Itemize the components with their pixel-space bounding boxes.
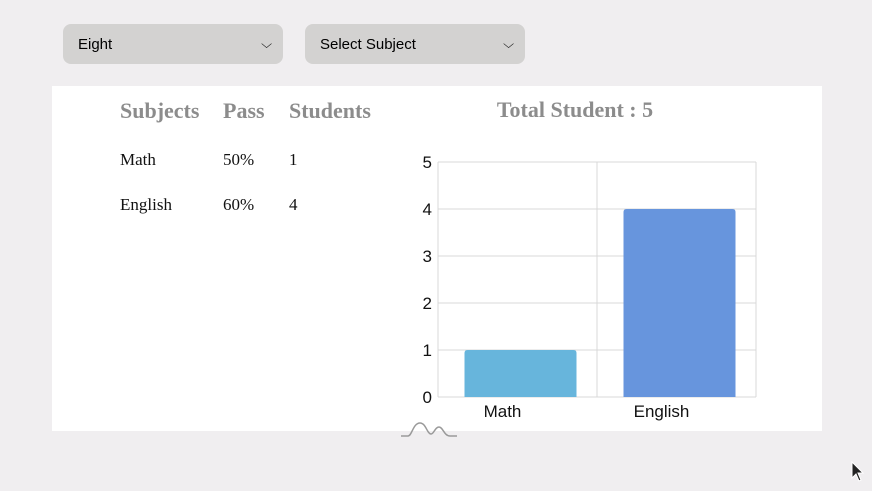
x-tick-label: Math [484, 402, 522, 421]
y-tick-label: 1 [423, 341, 432, 360]
loading-wave-icon [401, 422, 457, 437]
bar-chart: 0 1 2 3 4 5 Math English [423, 153, 757, 421]
x-tick-label: English [634, 402, 690, 421]
y-tick-label: 5 [423, 153, 432, 172]
y-tick-label: 2 [423, 294, 432, 313]
bar-english [623, 209, 736, 397]
bar-math [464, 350, 577, 397]
y-tick-label: 4 [423, 200, 432, 219]
mouse-cursor-icon [851, 461, 865, 482]
y-tick-label: 0 [423, 388, 432, 407]
y-tick-label: 3 [423, 247, 432, 266]
